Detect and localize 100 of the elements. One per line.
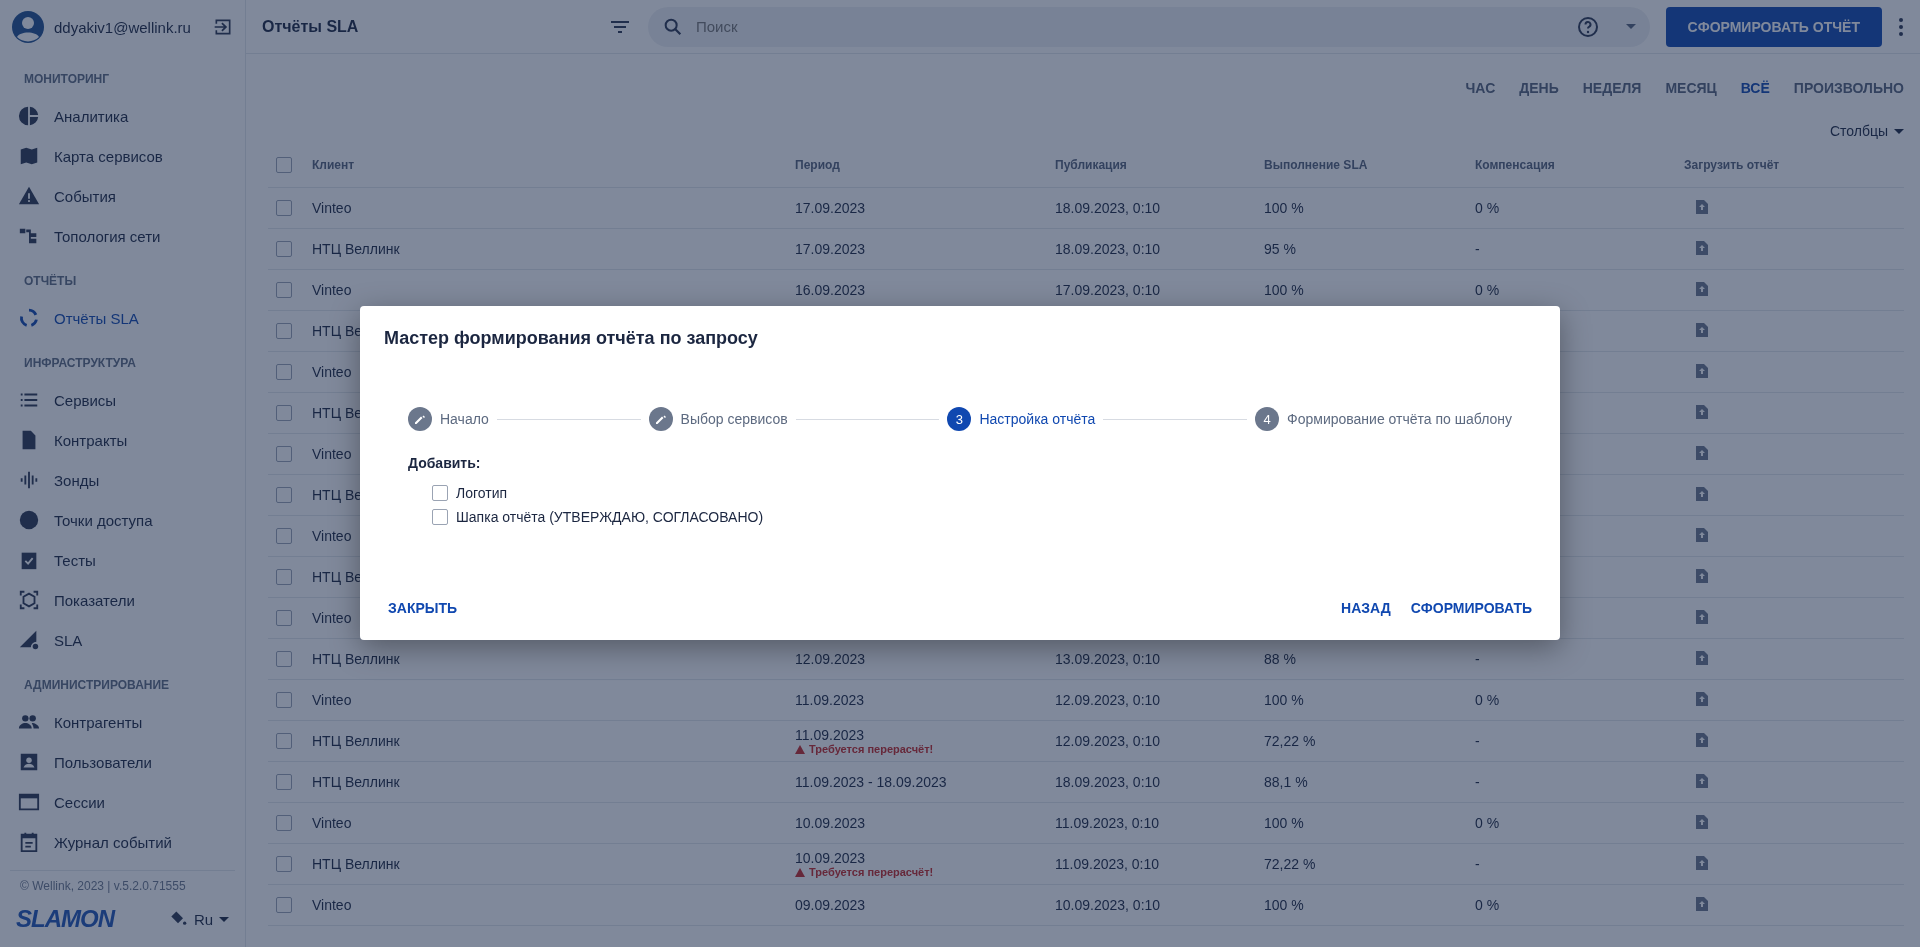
nav-item[interactable]: Точки доступа [0, 500, 245, 540]
period-tab[interactable]: ЧАС [1465, 80, 1496, 96]
nav-item[interactable]: Журнал событий [0, 822, 245, 862]
checkbox[interactable] [276, 733, 292, 749]
table-cell: Vinteo [312, 200, 352, 216]
checkbox-label: Логотип [456, 485, 508, 501]
checkbox[interactable] [276, 156, 292, 173]
table-cell: 13.09.2023, 0:10 [1055, 651, 1161, 667]
checkbox[interactable] [276, 446, 292, 462]
checkbox[interactable] [432, 509, 448, 525]
checkbox[interactable] [276, 815, 292, 831]
more-icon[interactable] [1898, 16, 1904, 37]
file-upload-icon[interactable] [1694, 813, 1710, 830]
nav-item[interactable]: Тесты [0, 540, 245, 580]
nav-item[interactable]: Сессии [0, 782, 245, 822]
checkbox[interactable] [276, 487, 292, 503]
table-cell: 18.09.2023, 0:10 [1055, 241, 1161, 257]
close-button[interactable]: ЗАКРЫТЬ [384, 592, 462, 624]
table-cell: 0 % [1475, 692, 1500, 708]
step-label: Формирование отчёта по шаблону [1287, 411, 1512, 427]
search-input[interactable]: Поиск [694, 17, 1566, 36]
table-cell: 0 % [1475, 200, 1500, 216]
caret-icon[interactable] [1625, 24, 1636, 29]
section-heading: АДМИНИСТРИРОВАНИЕ [23, 677, 171, 694]
file-upload-icon[interactable] [1694, 526, 1710, 543]
file-upload-icon[interactable] [1694, 321, 1710, 338]
columns-dropdown[interactable]: Столбцы [1829, 123, 1904, 139]
nav-item[interactable]: Отчёты SLA [0, 298, 245, 338]
file-upload-icon[interactable] [1694, 362, 1710, 379]
nav-item[interactable]: Топология сети [0, 216, 245, 256]
avatar-icon [12, 11, 44, 43]
table-cell: 11.09.2023, 0:10 [1055, 856, 1160, 872]
period-tab[interactable]: ВСЁ [1740, 80, 1770, 96]
nav-item[interactable]: SLA [0, 620, 245, 660]
table-cell: Vinteo [312, 897, 352, 913]
period-tab[interactable]: МЕСЯЦ [1665, 80, 1717, 96]
checkbox[interactable] [276, 856, 292, 872]
column-header: Компенсация [1475, 157, 1556, 172]
checkbox[interactable] [276, 364, 292, 380]
nav-item[interactable]: Показатели [0, 580, 245, 620]
checkbox[interactable] [276, 241, 292, 257]
period-tab[interactable]: ПРОИЗВОЛЬНО [1793, 80, 1904, 96]
step-label: Настройка отчёта [979, 411, 1096, 427]
table-cell-text: 16.09.2023 [795, 282, 867, 298]
search-field[interactable]: Поиск [648, 6, 1650, 47]
checkbox[interactable] [276, 405, 292, 421]
period-tab[interactable]: ДЕНЬ [1519, 80, 1559, 96]
generate-report-button[interactable]: СФОРМИРОВАТЬ ОТЧЁТ [1665, 6, 1882, 47]
file-upload-icon[interactable] [1694, 280, 1710, 297]
nav-item[interactable]: Контракты [0, 420, 245, 460]
table-cell: Vinteo [312, 446, 352, 462]
logo: SLAMON [16, 905, 114, 933]
dot-icon [18, 509, 40, 531]
nav-item[interactable]: События [0, 176, 245, 216]
nav-item[interactable]: Пользователи [0, 742, 245, 782]
nav-item[interactable]: Карта сервисов [0, 136, 245, 176]
nav-item[interactable]: Аналитика [0, 96, 245, 136]
checkbox[interactable] [432, 485, 448, 501]
help-icon[interactable] [1575, 14, 1600, 39]
checkbox[interactable] [276, 610, 292, 626]
checkbox[interactable] [276, 200, 292, 216]
file-upload-icon[interactable] [1694, 895, 1710, 912]
back-button[interactable]: НАЗАД [1337, 592, 1395, 624]
nav-item[interactable]: Зонды [0, 460, 245, 500]
table-cell: 88 % [1264, 651, 1296, 667]
period-tab[interactable]: НЕДЕЛЯ [1582, 80, 1642, 96]
file-upload-icon[interactable] [1694, 485, 1710, 502]
checkbox[interactable] [276, 282, 292, 298]
nav-item[interactable]: Сервисы [0, 380, 245, 420]
file-upload-icon[interactable] [1694, 444, 1710, 461]
checkbox[interactable] [276, 569, 292, 585]
file-upload-icon[interactable] [1694, 690, 1710, 707]
table-cell: НТЦ Веллинк [312, 733, 400, 749]
file-upload-icon[interactable] [1694, 649, 1710, 666]
section-heading: МОНИТОРИНГ [23, 71, 111, 88]
file-upload-icon[interactable] [1694, 239, 1710, 256]
checkbox[interactable] [276, 528, 292, 544]
file-upload-icon[interactable] [1694, 567, 1710, 584]
checkbox[interactable] [276, 897, 292, 913]
generate-button[interactable]: СФОРМИРОВАТЬ [1406, 592, 1536, 624]
file-upload-icon[interactable] [1694, 731, 1710, 748]
pie-chart-icon [18, 105, 40, 127]
copyright-text: © Wellink, 2023 | v.5.2.0.71555 [10, 870, 235, 901]
checkbox[interactable] [276, 692, 292, 708]
file-upload-icon[interactable] [1694, 854, 1710, 871]
logout-icon[interactable] [213, 17, 233, 37]
file-upload-icon[interactable] [1694, 198, 1710, 215]
file-upload-icon[interactable] [1694, 403, 1710, 420]
language-selector[interactable]: Ru [168, 909, 230, 929]
nav-item[interactable]: Контрагенты [0, 702, 245, 742]
checkbox[interactable] [276, 774, 292, 790]
checkbox[interactable] [276, 651, 292, 667]
table-cell-text: 09.09.2023 [795, 897, 867, 913]
table-cell: НТЦ Веллинк [312, 774, 400, 790]
checkbox[interactable] [276, 323, 292, 339]
column-header: Выполнение SLA [1264, 157, 1369, 172]
table-cell-text: 17.09.2023 [795, 241, 867, 257]
file-upload-icon[interactable] [1694, 772, 1710, 789]
table-cell: Vinteo [312, 815, 352, 831]
file-upload-icon[interactable] [1694, 608, 1710, 625]
